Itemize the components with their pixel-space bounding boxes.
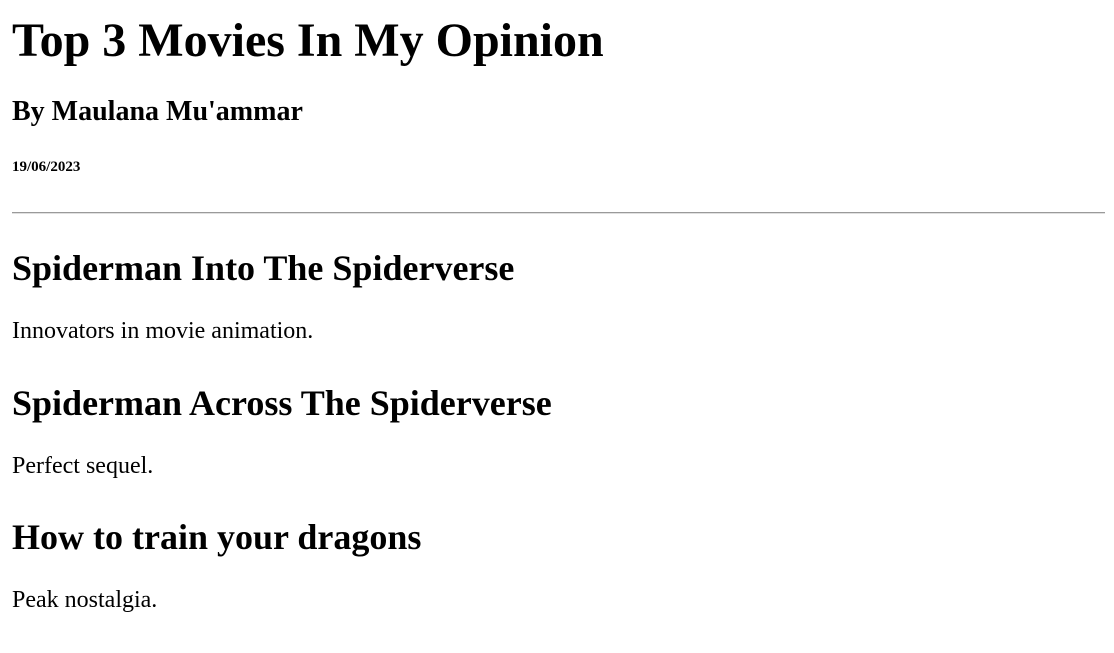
movie-description: Innovators in movie animation.	[12, 318, 314, 344]
movie-title: Spiderman Across The Spiderverse	[12, 383, 552, 423]
divider	[12, 212, 1105, 214]
movie-description: Perfect sequel.	[12, 453, 154, 479]
author-byline: By Maulana Mu'ammar	[12, 96, 303, 127]
publish-date: 19/06/2023	[12, 159, 81, 175]
movie-description: Peak nostalgia.	[12, 587, 158, 613]
movie-entry: Spiderman Into The Spiderverse Innovator…	[12, 247, 1105, 345]
movie-entry: How to train your dragons Peak nostalgia…	[12, 516, 1105, 614]
page-title: Top 3 Movies In My Opinion	[12, 14, 604, 67]
movie-title: Spiderman Into The Spiderverse	[12, 248, 515, 288]
movie-title: How to train your dragons	[12, 517, 422, 557]
movie-entry: Spiderman Across The Spiderverse Perfect…	[12, 382, 1105, 480]
